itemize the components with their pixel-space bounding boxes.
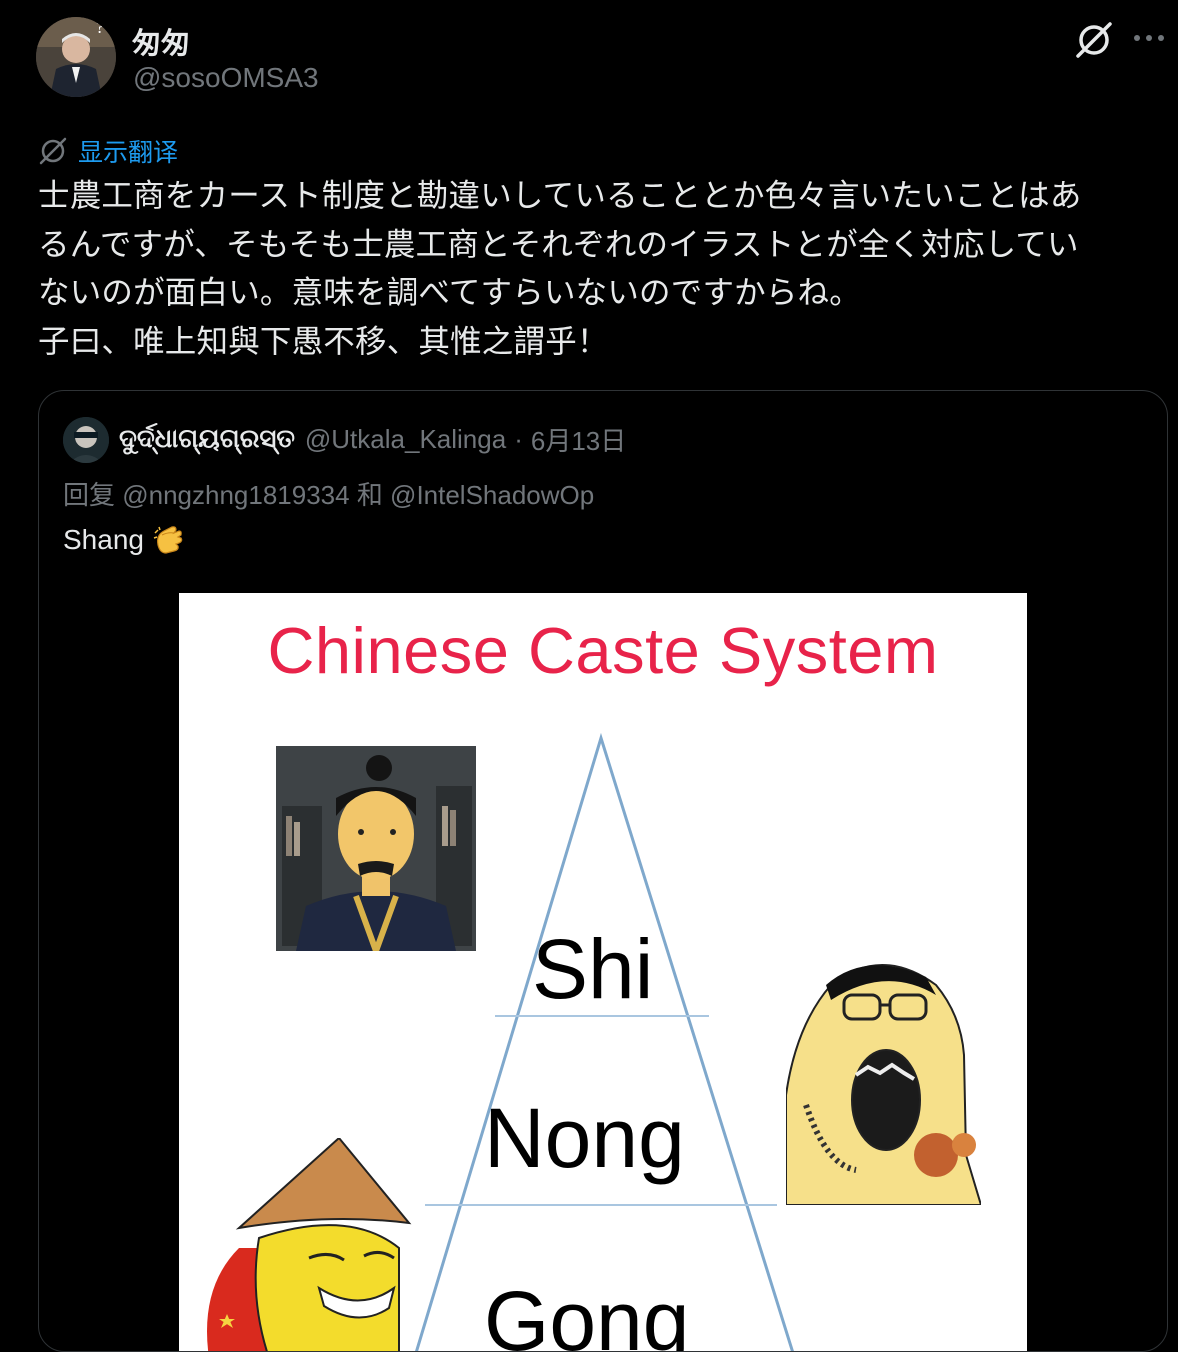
tweet-text-line: 子曰、唯上知與下愚不移、其惟之謂乎！ bbox=[38, 323, 609, 360]
quoted-media-image[interactable]: Chinese Caste System Shi Nong Gong bbox=[179, 593, 1027, 1352]
quoted-author-avatar bbox=[63, 417, 109, 463]
quoted-text-row: Shang bbox=[63, 523, 186, 557]
separator-dot: · bbox=[514, 424, 523, 454]
translate-label: 显示翻译 bbox=[78, 138, 179, 167]
avatar-image: ? bbox=[36, 17, 116, 97]
wojak-mouth-open bbox=[786, 964, 981, 1205]
grok-icon[interactable] bbox=[1072, 18, 1116, 62]
tier-gong-label: Gong bbox=[484, 1274, 690, 1352]
tweet-text: 士農工商をカースト制度と勘違いしていることとか色々言いたいことはあ るんですが、… bbox=[38, 172, 1163, 366]
show-translation-button[interactable]: 显示翻译 bbox=[38, 134, 178, 168]
tweet-text-line: るんですが、そもそも士農工商とそれぞれのイラストとが全く対応してい bbox=[38, 226, 1079, 263]
quoted-handle: @Utkala_Kalinga bbox=[304, 424, 507, 454]
svg-text:?: ? bbox=[96, 17, 104, 37]
more-options-icon[interactable] bbox=[1128, 18, 1170, 58]
quoted-display-name: ଦୁର୍ଦ୍ଧାଗ୍ୟଗ୍ରସ୍ତ bbox=[119, 424, 295, 454]
author-handle[interactable]: @sosoOMSA3 bbox=[133, 62, 319, 94]
tier-shi-label: Shi bbox=[532, 922, 654, 1016]
author-avatar[interactable]: ? bbox=[36, 17, 116, 97]
clapping-hands-icon bbox=[153, 526, 183, 554]
quoted-date: 6月13日 bbox=[530, 426, 627, 456]
quoted-header: ଦୁର୍ଦ୍ଧାଗ୍ୟଗ୍ରସ୍ତ @Utkala_Kalinga · 6月13… bbox=[119, 421, 626, 458]
tweet: ? 匆匆 @sosoOMSA3 显示翻译 士農工商をカースト制度と勘違いしている… bbox=[0, 0, 1178, 1352]
chinese-wojak-hat bbox=[207, 1138, 412, 1351]
scholar-portrait bbox=[276, 746, 476, 951]
translate-icon bbox=[39, 137, 67, 165]
quoted-text: Shang bbox=[63, 524, 144, 555]
tier-nong-label: Nong bbox=[484, 1091, 685, 1185]
tweet-text-line: 士農工商をカースト制度と勘違いしていることとか色々言いたいことはあ bbox=[38, 178, 1082, 214]
reply-to-line: 回复 @nngzhng1819334 和 @IntelShadowOp bbox=[63, 480, 595, 510]
tweet-text-line: ないのが面白い。意味を調べてすらいないのですからね。 bbox=[38, 275, 861, 311]
author-display-name[interactable]: 匆匆 bbox=[132, 20, 190, 62]
quoted-tweet[interactable]: ଦୁର୍ଦ୍ଧାଗ୍ୟଗ୍ରସ୍ତ @Utkala_Kalinga · 6月13… bbox=[38, 390, 1168, 1352]
